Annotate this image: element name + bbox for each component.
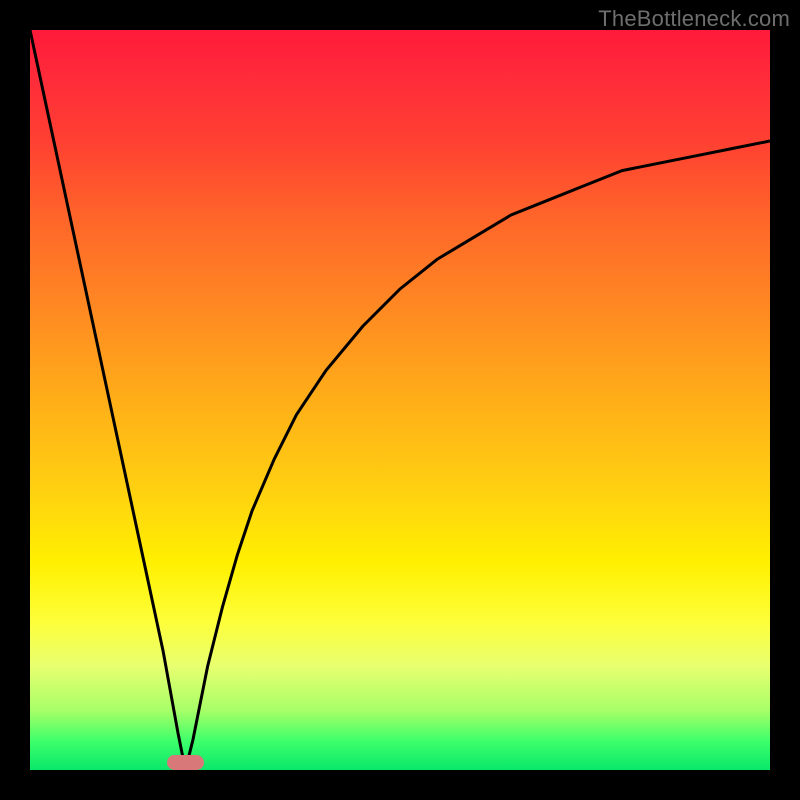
optimal-point-marker <box>167 755 204 770</box>
plot-area <box>30 30 770 770</box>
watermark-text: TheBottleneck.com <box>598 6 790 32</box>
curve-svg <box>30 30 770 770</box>
bottleneck-curve <box>30 30 770 770</box>
chart-frame: TheBottleneck.com <box>0 0 800 800</box>
